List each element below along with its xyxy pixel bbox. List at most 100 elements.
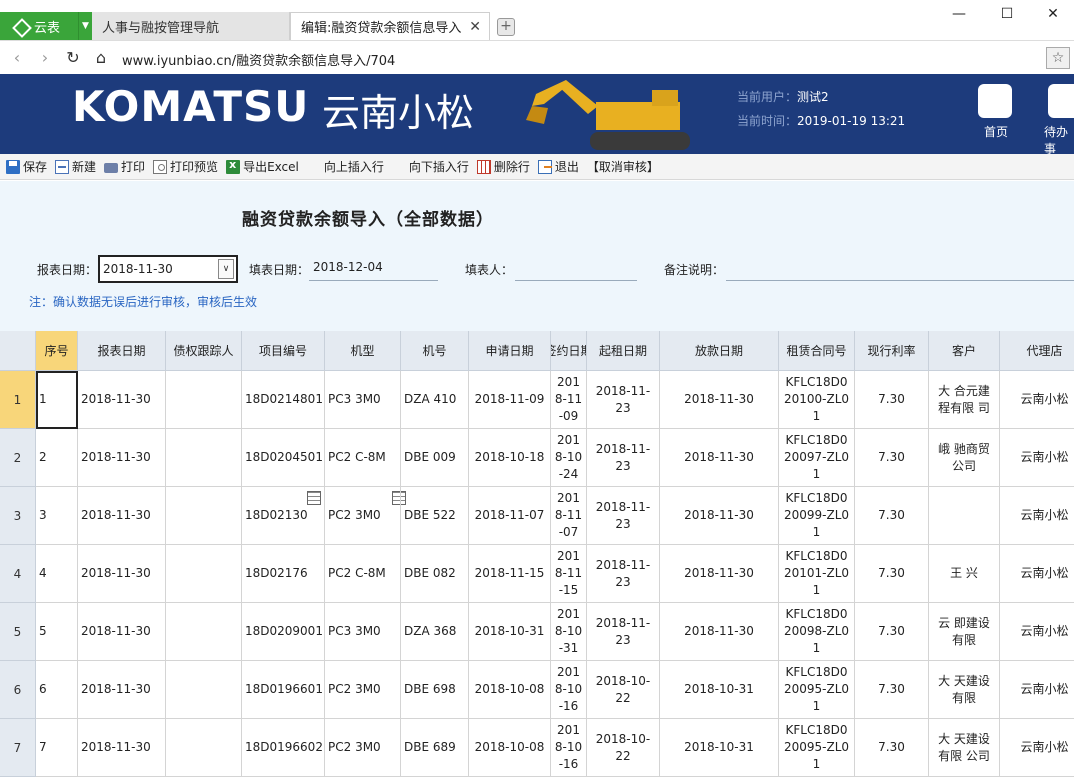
cell-report-date[interactable]: 2018-11-30	[78, 603, 166, 661]
cell-tracker[interactable]	[166, 487, 242, 545]
cell-dealer[interactable]: 云南小松	[1000, 487, 1074, 545]
cell-start-date[interactable]: 2018-11-23	[587, 429, 660, 487]
cell-start-date[interactable]: 2018-11-23	[587, 487, 660, 545]
cell-tracker[interactable]	[166, 371, 242, 429]
cancel-audit-button[interactable]: 【取消审核】	[587, 158, 659, 175]
maximize-button[interactable]: ☐	[984, 0, 1030, 28]
cell-serial-no[interactable]: DBE 698	[401, 661, 469, 719]
cell-tracker[interactable]	[166, 661, 242, 719]
cell-contract-no[interactable]: KFLC18D020101-ZL01	[779, 545, 855, 603]
print-preview-button[interactable]: 打印预览	[153, 158, 218, 175]
cell-start-date[interactable]: 2018-11-23	[587, 603, 660, 661]
cell-model[interactable]: PC2 3M0	[325, 719, 401, 777]
cell-serial-no[interactable]: DZA 368	[401, 603, 469, 661]
cell-rate[interactable]: 7.30	[855, 487, 929, 545]
bookmark-star-icon[interactable]: ☆	[1046, 47, 1070, 69]
row-header[interactable]: 5	[0, 603, 36, 661]
cell-contract-no[interactable]: KFLC18D020097-ZL01	[779, 429, 855, 487]
cell-rate[interactable]: 7.30	[855, 603, 929, 661]
url-input[interactable]: www.iyunbiao.cn/融资贷款余额信息导入/704	[122, 50, 395, 69]
cell-serial-no[interactable]: DZA 410	[401, 371, 469, 429]
cell-sign-date[interactable]: 2018-10-31	[551, 603, 587, 661]
export-excel-button[interactable]: 导出Excel	[226, 158, 299, 175]
cell-dealer[interactable]: 云南小松	[1000, 545, 1074, 603]
cell-apply-date[interactable]: 2018-11-15	[469, 545, 551, 603]
cell-seq[interactable]: 1	[36, 371, 78, 429]
home-nav-label[interactable]: 首页	[984, 123, 1008, 140]
cell-start-date[interactable]: 2018-10-22	[587, 661, 660, 719]
cell-report-date[interactable]: 2018-11-30	[78, 371, 166, 429]
cell-seq[interactable]: 5	[36, 603, 78, 661]
cell-apply-date[interactable]: 2018-10-18	[469, 429, 551, 487]
back-icon[interactable]: ‹	[6, 47, 28, 69]
column-header-loan-date[interactable]: 放款日期	[660, 331, 779, 371]
cell-model[interactable]: PC2 3M0	[325, 661, 401, 719]
cell-contract-no[interactable]: KFLC18D020098-ZL01	[779, 603, 855, 661]
cell-serial-no[interactable]: DBE 689	[401, 719, 469, 777]
cell-loan-date[interactable]: 2018-11-30	[660, 429, 779, 487]
cell-serial-no[interactable]: DBE 009	[401, 429, 469, 487]
remark-field[interactable]	[726, 253, 1074, 281]
reload-icon[interactable]: ↻	[62, 47, 84, 69]
cell-seq[interactable]: 3	[36, 487, 78, 545]
cell-seq[interactable]: 7	[36, 719, 78, 777]
cell-loan-date[interactable]: 2018-10-31	[660, 661, 779, 719]
row-header[interactable]: 1	[0, 371, 36, 429]
column-header-serial-no[interactable]: 机号	[401, 331, 469, 371]
print-button[interactable]: 打印	[104, 158, 145, 175]
cell-model[interactable]: PC2 C-8M	[325, 545, 401, 603]
insert-above-button[interactable]: 向上插入行	[306, 158, 384, 505]
cell-contract-no[interactable]: KFLC18D020095-ZL01	[779, 719, 855, 777]
todo-nav-icon[interactable]	[1048, 84, 1074, 118]
cell-tracker[interactable]	[166, 603, 242, 661]
minimize-button[interactable]: —	[936, 0, 982, 28]
cell-sign-date[interactable]: 2018-11-07	[551, 487, 587, 545]
cell-seq[interactable]: 6	[36, 661, 78, 719]
cell-customer[interactable]: 大 合元建 程有限 司	[929, 371, 1000, 429]
cell-project-no[interactable]: 18D02176	[242, 545, 325, 603]
cell-project-no[interactable]: 18D0196601	[242, 661, 325, 719]
cell-customer[interactable]: 大 天建设 有限	[929, 661, 1000, 719]
column-header-start-date[interactable]: 起租日期	[587, 331, 660, 371]
cell-project-no[interactable]: 18D0196602	[242, 719, 325, 777]
new-tab-button[interactable]: +	[497, 18, 515, 36]
column-header-seq[interactable]: 序号	[36, 331, 78, 371]
cell-contract-no[interactable]: KFLC18D020095-ZL01	[779, 661, 855, 719]
column-header-report-date[interactable]: 报表日期	[78, 331, 166, 371]
cell-project-no[interactable]: 18D02130	[242, 487, 325, 545]
row-header[interactable]: 6	[0, 661, 36, 719]
cell-loan-date[interactable]: 2018-11-30	[660, 545, 779, 603]
cell-project-no[interactable]: 18D0204501	[242, 429, 325, 487]
cell-report-date[interactable]: 2018-11-30	[78, 661, 166, 719]
filler-field[interactable]	[515, 253, 637, 281]
cell-seq[interactable]: 2	[36, 429, 78, 487]
tab-navigation[interactable]: 人事与融按管理导航	[92, 12, 290, 40]
cell-serial-no[interactable]: DBE 522	[401, 487, 469, 545]
column-header-rate[interactable]: 现行利率	[855, 331, 929, 371]
forward-icon[interactable]: ›	[34, 47, 56, 69]
cell-start-date[interactable]: 2018-10-22	[587, 719, 660, 777]
cell-project-no[interactable]: 18D0214801	[242, 371, 325, 429]
cell-seq[interactable]: 4	[36, 545, 78, 603]
cell-sign-date[interactable]: 2018-10-16	[551, 661, 587, 719]
cell-rate[interactable]: 7.30	[855, 545, 929, 603]
column-header-customer[interactable]: 客户	[929, 331, 1000, 371]
cell-sign-date[interactable]: 2018-11-15	[551, 545, 587, 603]
cell-start-date[interactable]: 2018-11-23	[587, 371, 660, 429]
chevron-down-icon[interactable]: ∨	[218, 259, 234, 279]
column-header-tracker[interactable]: 债权跟踪人	[166, 331, 242, 371]
cell-customer[interactable]: 王 兴	[929, 545, 1000, 603]
cell-dealer[interactable]: 云南小松	[1000, 429, 1074, 487]
row-header[interactable]: 7	[0, 719, 36, 777]
cell-dealer[interactable]: 云南小松	[1000, 719, 1074, 777]
cell-contract-no[interactable]: KFLC18D020099-ZL01	[779, 487, 855, 545]
cell-customer[interactable]	[929, 487, 1000, 545]
cell-report-date[interactable]: 2018-11-30	[78, 719, 166, 777]
report-date-select[interactable]: 2018-11-30 ∨	[98, 255, 238, 283]
todo-nav-label[interactable]: 待办事	[1044, 123, 1074, 154]
cell-sign-date[interactable]: 2018-10-16	[551, 719, 587, 777]
cell-customer[interactable]: 大 天建设 有限 公司	[929, 719, 1000, 777]
cell-start-date[interactable]: 2018-11-23	[587, 545, 660, 603]
cell-loan-date[interactable]: 2018-11-30	[660, 371, 779, 429]
cell-model[interactable]: PC2 3M0	[325, 487, 401, 545]
